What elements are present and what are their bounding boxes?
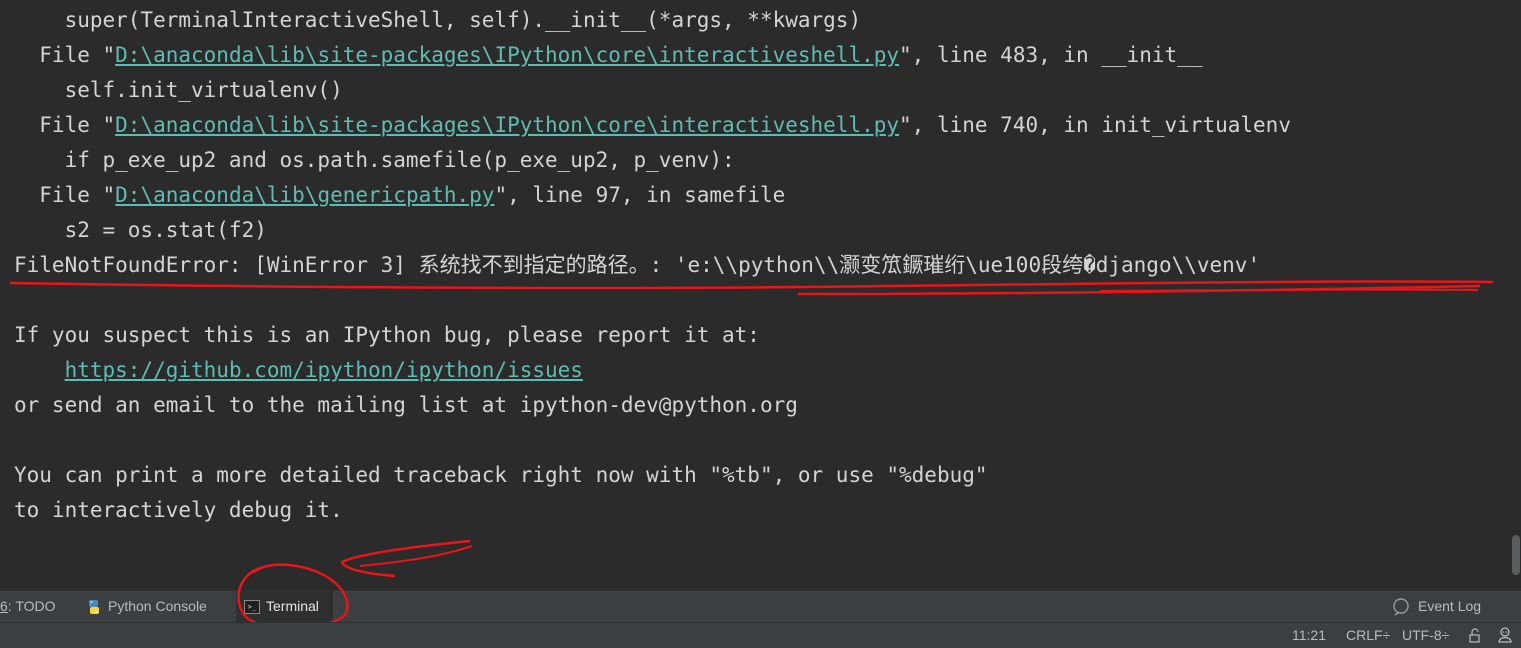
line-separator-widget[interactable]: CRLF÷: [1346, 623, 1390, 648]
terminal-text: ", line 740, in init_virtualenv: [899, 113, 1291, 137]
python-console-tab[interactable]: Python Console: [86, 591, 215, 622]
file-link[interactable]: D:\anaconda\lib\site-packages\IPython\co…: [115, 113, 899, 137]
file-link[interactable]: D:\anaconda\lib\site-packages\IPython\co…: [115, 43, 899, 67]
error-underline-stroke-3: [1099, 288, 1479, 292]
encoding-value: UTF-8: [1402, 627, 1442, 643]
line-separator-value: CRLF: [1346, 627, 1383, 643]
terminal-text: FileNotFoundError: [WinError 3] 系统找不到指定的…: [14, 253, 1261, 277]
terminal-line: File "D:\anaconda\lib\site-packages\IPyt…: [14, 38, 1202, 73]
event-log-label: Event Log: [1418, 598, 1482, 614]
terminal-line: or send an email to the mailing list at …: [14, 388, 798, 423]
todo-tab[interactable]: 6: TODO: [0, 591, 64, 622]
terminal-line: File "D:\anaconda\lib\genericpath.py", l…: [14, 178, 785, 213]
file-link[interactable]: https://github.com/ipython/ipython/issue…: [65, 358, 583, 382]
status-bar: 11:21 CRLF÷ UTF-8÷: [0, 622, 1521, 648]
file-link[interactable]: D:\anaconda\lib\genericpath.py: [115, 183, 494, 207]
python-icon: [89, 599, 99, 614]
terminal-line: self.init_virtualenv(): [14, 73, 343, 108]
terminal-text: You can print a more detailed traceback …: [14, 463, 988, 487]
terminal-line: You can print a more detailed traceback …: [14, 458, 988, 493]
terminal-text: ", line 97, in samefile: [494, 183, 786, 207]
terminal-line: to interactively debug it.: [14, 493, 343, 528]
terminal-line: FileNotFoundError: [WinError 3] 系统找不到指定的…: [14, 248, 1260, 283]
terminal-output[interactable]: to interactively debug it. You can print …: [0, 0, 1521, 590]
terminal-text: File ": [14, 183, 116, 207]
terminal-text: File ": [14, 43, 116, 67]
terminal-line: If you suspect this is an IPython bug, p…: [14, 318, 760, 353]
event-log-icon: [1393, 597, 1409, 616]
terminal-text: File ": [14, 113, 116, 137]
vertical-scrollbar[interactable]: [1511, 0, 1521, 590]
encoding-dropdown-icon: ÷: [1441, 627, 1450, 643]
terminal-text: if p_exe_up2 and os.path.samefile(p_exe_…: [14, 148, 735, 172]
terminal-text: s2 = os.stat(f2): [14, 218, 267, 242]
terminal-line: https://github.com/ipython/ipython/issue…: [14, 353, 583, 388]
tool-window-bar: 6: TODO Python Console >_ Terminal Event…: [0, 563, 1521, 630]
terminal-text: to interactively debug it.: [14, 498, 343, 522]
terminal-text: super(TerminalInteractiveShell, self).__…: [14, 8, 862, 32]
terminal-text: or send an email to the mailing list at …: [14, 393, 798, 417]
arrow-head-stroke: [340, 539, 471, 578]
inspector-icon[interactable]: [1496, 626, 1514, 644]
error-underline-stroke-2: [797, 284, 1481, 296]
terminal-line: if p_exe_up2 and os.path.samefile(p_exe_…: [14, 143, 735, 178]
terminal-line: s2 = os.stat(f2): [14, 213, 267, 248]
todo-label: : TODO: [7, 598, 56, 614]
terminal-text: ", line 483, in __init__: [899, 43, 1203, 67]
lock-icon[interactable]: [1468, 628, 1482, 643]
terminal-line: File "D:\anaconda\lib\site-packages\IPyt…: [14, 108, 1291, 143]
terminal-text: self.init_virtualenv(): [14, 78, 343, 102]
encoding-widget[interactable]: UTF-8÷: [1402, 623, 1449, 648]
scrollbar-thumb[interactable]: [1512, 535, 1520, 575]
arrow-shaft-stroke: [359, 545, 473, 567]
terminal-text: If you suspect this is an IPython bug, p…: [14, 323, 760, 347]
line-separator-dropdown-icon: ÷: [1382, 627, 1391, 643]
todo-mnemonic: 6: [0, 598, 8, 614]
caret-position[interactable]: 11:21: [1292, 623, 1326, 648]
python-console-label: Python Console: [108, 598, 207, 614]
event-log-tab[interactable]: Event Log: [1392, 591, 1481, 622]
terminal-line: super(TerminalInteractiveShell, self).__…: [14, 3, 862, 38]
